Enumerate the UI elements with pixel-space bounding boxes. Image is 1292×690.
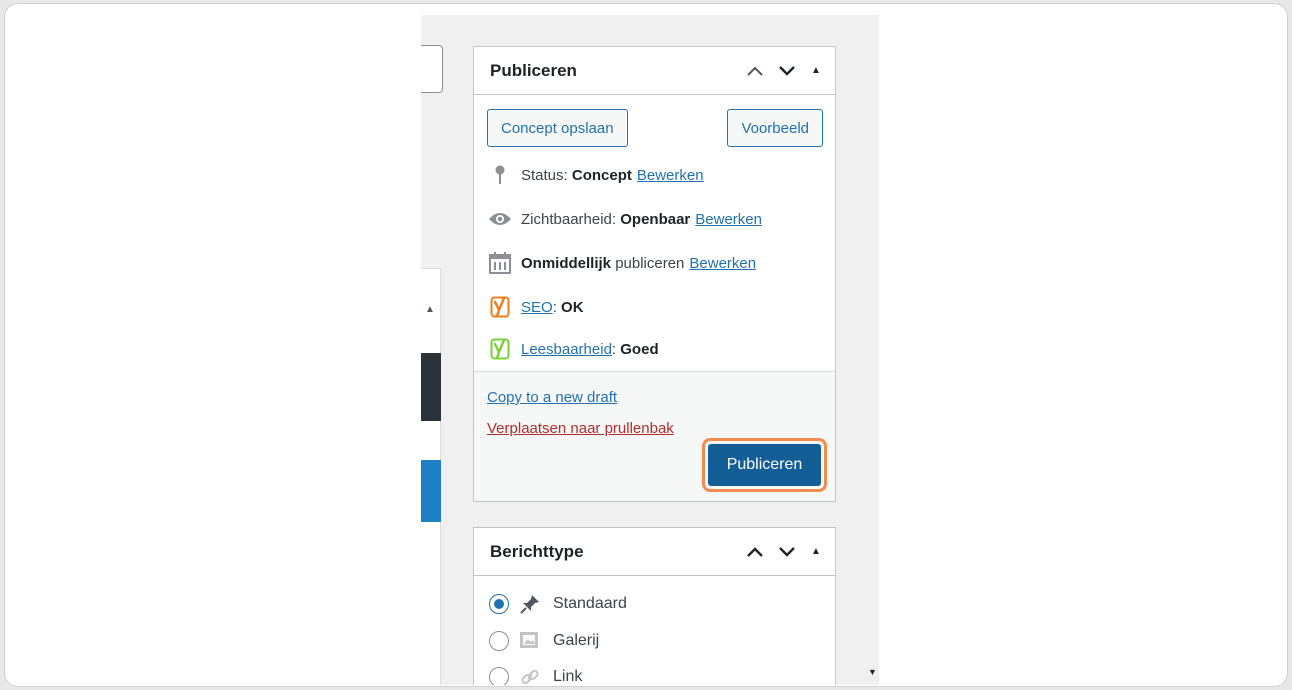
- eye-icon: [488, 207, 512, 231]
- post-format-header: Berichttype ▲: [474, 528, 835, 576]
- visibility-value: Openbaar: [620, 210, 691, 228]
- seo-row: SEO: OK: [488, 295, 584, 319]
- publish-button[interactable]: Publiceren: [708, 444, 821, 486]
- post-format-box: Berichttype ▲ Standaard Galerij Link: [473, 527, 836, 685]
- radio-link[interactable]: [489, 667, 509, 685]
- screenshot-frame: ▲ Publiceren ▲ Concept opslaan Voorbeeld…: [4, 3, 1288, 687]
- format-option-label: Galerij: [553, 632, 600, 649]
- move-down-icon[interactable]: [775, 540, 799, 564]
- format-option-gallery[interactable]: Galerij: [489, 630, 599, 652]
- gallery-icon: [519, 630, 541, 652]
- pin-icon: [488, 163, 512, 187]
- major-publishing-actions: Copy to a new draft Verplaatsen naar pru…: [474, 371, 835, 501]
- readability-sep: :: [611, 340, 617, 358]
- move-down-icon[interactable]: [775, 59, 799, 83]
- yoast-seo-icon: [488, 295, 512, 319]
- toggle-panel-icon[interactable]: ▲: [807, 59, 825, 83]
- scroll-down-icon[interactable]: ▼: [868, 667, 877, 677]
- visibility-edit-link[interactable]: Bewerken: [695, 211, 762, 228]
- schedule-row: Onmiddellijk publiceren Bewerken: [488, 251, 756, 275]
- status-edit-link[interactable]: Bewerken: [637, 167, 704, 184]
- readability-row: Leesbaarheid: Goed: [488, 337, 659, 361]
- status-value: Concept: [571, 166, 632, 184]
- save-draft-button[interactable]: Concept opslaan: [487, 109, 628, 147]
- calendar-icon: [488, 251, 512, 275]
- status-row: Status: Concept Bewerken: [488, 163, 704, 187]
- move-to-trash-link[interactable]: Verplaatsen naar prullenbak: [487, 420, 674, 437]
- pin-icon: [519, 593, 541, 615]
- radio-gallery[interactable]: [489, 631, 509, 651]
- format-option-link[interactable]: Link: [489, 666, 582, 685]
- copy-to-draft-link[interactable]: Copy to a new draft: [487, 389, 617, 406]
- radio-standard[interactable]: [489, 594, 509, 614]
- collapse-arrow-icon[interactable]: ▲: [425, 304, 435, 315]
- format-option-label: Standaard: [553, 595, 627, 612]
- readability-link[interactable]: Leesbaarheid: [521, 341, 612, 358]
- schedule-value: Onmiddellijk: [521, 254, 612, 272]
- seo-sep: :: [552, 298, 557, 316]
- move-up-icon[interactable]: [743, 540, 767, 564]
- seo-value: OK: [561, 298, 584, 316]
- post-format-title: Berichttype: [490, 541, 584, 561]
- schedule-label: publiceren: [615, 254, 685, 272]
- toggle-panel-icon[interactable]: ▲: [807, 540, 825, 564]
- readability-value: Goed: [620, 340, 659, 358]
- wp-editor-sidebar: ▲ Publiceren ▲ Concept opslaan Voorbeeld…: [421, 15, 879, 685]
- editor-toolbar-edge: [421, 353, 441, 421]
- format-option-standard[interactable]: Standaard: [489, 593, 627, 615]
- schedule-edit-link[interactable]: Bewerken: [689, 255, 756, 272]
- yoast-readability-icon: [488, 337, 512, 361]
- status-label: Status:: [521, 166, 568, 184]
- format-option-label: Link: [553, 668, 583, 685]
- visibility-label: Zichtbaarheid:: [521, 210, 617, 228]
- editor-button-edge[interactable]: [421, 460, 441, 522]
- preview-button[interactable]: Voorbeeld: [727, 109, 823, 147]
- visibility-row: Zichtbaarheid: Openbaar Bewerken: [488, 207, 762, 231]
- move-up-icon[interactable]: [743, 59, 767, 83]
- link-icon: [519, 666, 541, 685]
- publish-box-title: Publiceren: [490, 60, 577, 80]
- title-input-edge[interactable]: [421, 45, 443, 93]
- publish-box-header: Publiceren ▲: [474, 47, 835, 95]
- seo-link[interactable]: SEO: [521, 299, 553, 316]
- publish-box: Publiceren ▲ Concept opslaan Voorbeeld S…: [473, 46, 836, 502]
